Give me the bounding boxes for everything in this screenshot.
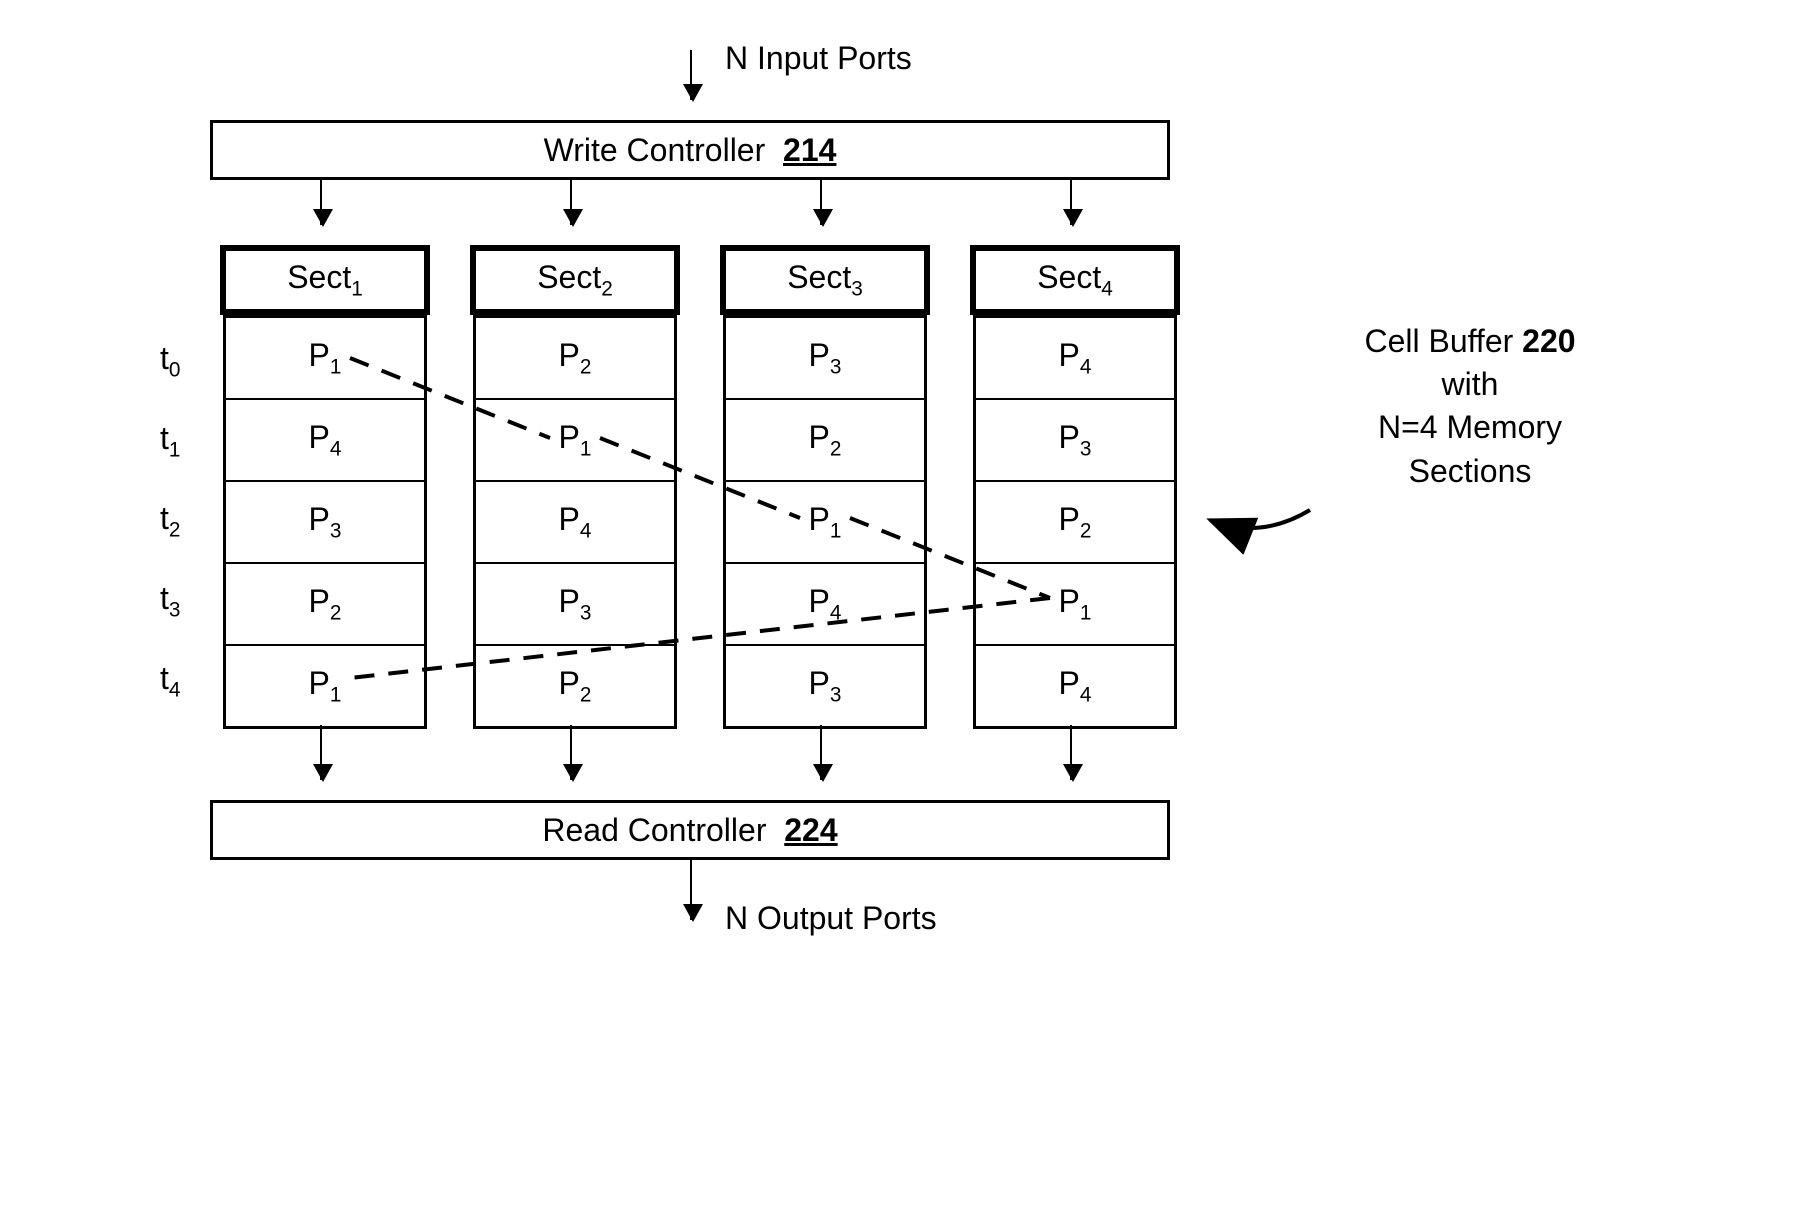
cell-s3-t1: P2 (726, 400, 924, 482)
time-label-1: t1 (160, 420, 180, 462)
arrow-wc-s2 (570, 180, 572, 225)
arrow-s3-rc (820, 725, 822, 780)
sect-col-4: P4 P3 P2 P1 P4 (973, 315, 1177, 729)
sect-col-1: P1 P4 P3 P2 P1 (223, 315, 427, 729)
cell-s2-t0: P2 (476, 318, 674, 400)
cell-buffer-callout: Cell Buffer 220 with N=4 Memory Sections (1300, 320, 1640, 493)
read-controller-box: Read Controller 224 (210, 800, 1170, 860)
cell-s2-t3: P3 (476, 564, 674, 646)
arrow-wc-s4 (1070, 180, 1072, 225)
cell-s3-t4: P3 (726, 646, 924, 726)
sect-col-2: P2 P1 P4 P3 P2 (473, 315, 677, 729)
time-label-4: t4 (160, 660, 180, 702)
cell-s3-t0: P3 (726, 318, 924, 400)
cell-s1-t3: P2 (226, 564, 424, 646)
write-controller-box: Write Controller 214 (210, 120, 1170, 180)
output-ports-label: N Output Ports (725, 900, 937, 937)
arrow-wc-s3 (820, 180, 822, 225)
cell-s3-t3: P4 (726, 564, 924, 646)
sect-header-4: Sect4 (970, 245, 1180, 315)
arrow-s1-rc (320, 725, 322, 780)
arrow-input (690, 50, 692, 100)
sect-header-2: Sect2 (470, 245, 680, 315)
write-controller-text: Write Controller (544, 132, 766, 168)
diagram-canvas: N Input Ports Write Controller 214 Sect1… (150, 40, 1650, 1140)
callout-arrow (1210, 510, 1310, 528)
write-controller-ref: 214 (783, 132, 836, 168)
arrow-s4-rc (1070, 725, 1072, 780)
cell-s4-t1: P3 (976, 400, 1174, 482)
time-label-0: t0 (160, 340, 180, 382)
sect-header-3: Sect3 (720, 245, 930, 315)
cell-s1-t2: P3 (226, 482, 424, 564)
cell-s4-t0: P4 (976, 318, 1174, 400)
cell-s2-t2: P4 (476, 482, 674, 564)
sect-header-1: Sect1 (220, 245, 430, 315)
arrow-output (690, 860, 692, 920)
input-ports-label: N Input Ports (725, 40, 912, 77)
dashed-seg-4 (350, 598, 1050, 678)
cell-s1-t1: P4 (226, 400, 424, 482)
cell-s4-t2: P2 (976, 482, 1174, 564)
read-controller-text: Read Controller (542, 812, 766, 848)
cell-s4-t4: P4 (976, 646, 1174, 726)
arrow-s2-rc (570, 725, 572, 780)
cell-s4-t3: P1 (976, 564, 1174, 646)
time-label-3: t3 (160, 580, 180, 622)
arrow-wc-s1 (320, 180, 322, 225)
cell-s2-t4: P2 (476, 646, 674, 726)
cell-s1-t4: P1 (226, 646, 424, 726)
cell-s2-t1: P1 (476, 400, 674, 482)
sect-col-3: P3 P2 P1 P4 P3 (723, 315, 927, 729)
cell-s3-t2: P1 (726, 482, 924, 564)
time-label-2: t2 (160, 500, 180, 542)
cell-s1-t0: P1 (226, 318, 424, 400)
read-controller-ref: 224 (784, 812, 837, 848)
